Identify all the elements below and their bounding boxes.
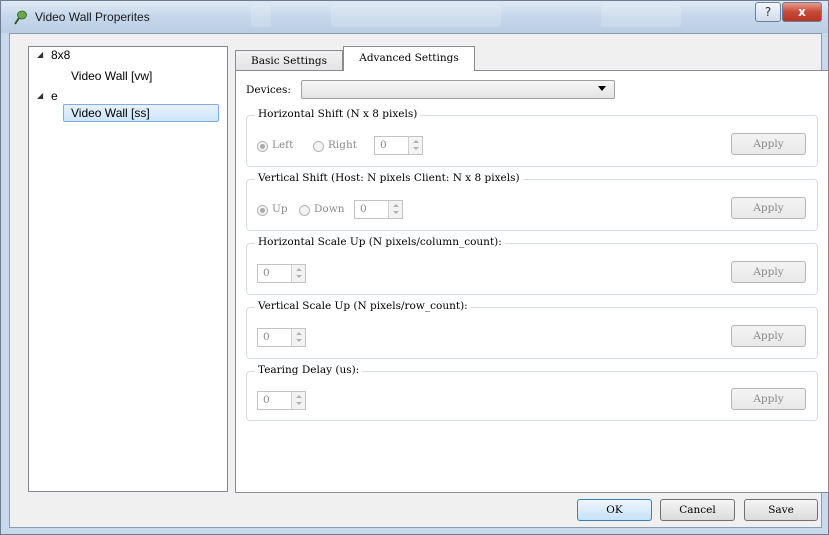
- expand-arrow-icon[interactable]: ◢: [37, 50, 43, 59]
- tree-item-video-wall-ss[interactable]: Video Wall [ss]: [71, 106, 150, 120]
- close-icon: x: [798, 5, 806, 19]
- radio-left-label: Left: [272, 139, 294, 151]
- window-title: Video Wall Properites: [35, 10, 150, 24]
- vertical-shift-stepper[interactable]: 0: [354, 200, 403, 219]
- vertical-shift-apply-button[interactable]: Apply: [731, 197, 806, 219]
- stepper-arrows-icon[interactable]: [408, 137, 422, 154]
- radio-right-label: Right: [328, 139, 357, 151]
- horizontal-scale-title: Horizontal Scale Up (N pixels/column_cou…: [255, 236, 505, 248]
- apply-label: Apply: [753, 138, 784, 150]
- horizontal-shift-value: 0: [380, 139, 387, 151]
- save-label: Save: [768, 504, 794, 516]
- horizontal-scale-apply-button[interactable]: Apply: [731, 261, 806, 283]
- devices-label: Devices:: [246, 84, 291, 96]
- titlebar-decoration: [331, 5, 501, 27]
- chevron-down-icon: [598, 86, 606, 91]
- tearing-delay-apply-button[interactable]: Apply: [731, 388, 806, 410]
- stepper-arrows-icon[interactable]: [291, 265, 305, 282]
- tearing-delay-value: 0: [263, 394, 270, 406]
- cancel-button[interactable]: Cancel: [660, 499, 735, 521]
- close-button[interactable]: x: [782, 2, 822, 22]
- tree-node-8x8[interactable]: 8x8: [51, 48, 70, 62]
- stepper-arrows-icon[interactable]: [291, 392, 305, 409]
- app-icon: [14, 10, 27, 25]
- dialog-window: Video Wall Properites ? x ◢ 8x8 Video Wa…: [0, 0, 829, 535]
- tree-item-video-wall-vw[interactable]: Video Wall [vw]: [71, 69, 152, 83]
- radio-down[interactable]: [299, 205, 310, 216]
- horizontal-shift-stepper[interactable]: 0: [374, 136, 423, 155]
- settings-tabs: Basic Settings Advanced Settings Devices…: [235, 46, 829, 493]
- cancel-label: Cancel: [679, 504, 716, 516]
- stepper-arrows-icon[interactable]: [291, 329, 305, 346]
- horizontal-scale-group: Horizontal Scale Up (N pixels/column_cou…: [246, 236, 818, 295]
- horizontal-shift-group: Horizontal Shift (N x 8 pixels) Left Rig…: [246, 108, 818, 167]
- ok-label: OK: [606, 504, 623, 516]
- tab-basic-settings[interactable]: Basic Settings: [235, 50, 343, 71]
- save-button[interactable]: Save: [744, 499, 818, 521]
- radio-down-label: Down: [314, 203, 345, 215]
- radio-left[interactable]: [257, 141, 268, 152]
- vertical-scale-stepper[interactable]: 0: [257, 328, 306, 347]
- titlebar-decoration: [251, 5, 271, 27]
- tree-node-e[interactable]: e: [51, 89, 58, 103]
- ok-button[interactable]: OK: [577, 499, 652, 521]
- vertical-shift-value: 0: [360, 203, 367, 215]
- stepper-arrows-icon[interactable]: [388, 201, 402, 218]
- tearing-delay-title: Tearing Delay (us):: [255, 364, 363, 376]
- horizontal-scale-value: 0: [263, 267, 270, 279]
- radio-up[interactable]: [257, 205, 268, 216]
- apply-label: Apply: [753, 330, 784, 342]
- devices-dropdown[interactable]: [301, 80, 615, 99]
- title-bar[interactable]: Video Wall Properites ? x: [1, 1, 828, 33]
- horizontal-scale-stepper[interactable]: 0: [257, 264, 306, 283]
- apply-label: Apply: [753, 266, 784, 278]
- titlebar-decoration: [601, 5, 681, 27]
- tearing-delay-stepper[interactable]: 0: [257, 391, 306, 410]
- tab-advanced-settings[interactable]: Advanced Settings: [343, 46, 475, 71]
- vertical-scale-group: Vertical Scale Up (N pixels/row_count): …: [246, 300, 818, 359]
- radio-right[interactable]: [313, 141, 324, 152]
- apply-label: Apply: [753, 202, 784, 214]
- help-button[interactable]: ?: [755, 2, 781, 22]
- vertical-scale-title: Vertical Scale Up (N pixels/row_count):: [255, 300, 471, 312]
- advanced-settings-panel: Devices: Horizontal Shift (N x 8 pixels)…: [235, 70, 829, 493]
- vertical-scale-apply-button[interactable]: Apply: [731, 325, 806, 347]
- vertical-shift-group: Vertical Shift (Host: N pixels Client: N…: [246, 172, 818, 231]
- device-tree[interactable]: ◢ 8x8 Video Wall [vw] ◢ e Video Wall [ss…: [28, 46, 228, 492]
- expand-arrow-icon[interactable]: ◢: [37, 91, 43, 100]
- vertical-shift-title: Vertical Shift (Host: N pixels Client: N…: [255, 172, 523, 184]
- apply-label: Apply: [753, 393, 784, 405]
- help-icon: ?: [764, 5, 772, 19]
- tearing-delay-group: Tearing Delay (us): 0 Apply: [246, 364, 818, 421]
- horizontal-shift-apply-button[interactable]: Apply: [731, 133, 806, 155]
- vertical-scale-value: 0: [263, 331, 270, 343]
- dialog-client-area: ◢ 8x8 Video Wall [vw] ◢ e Video Wall [ss…: [9, 33, 829, 528]
- horizontal-shift-title: Horizontal Shift (N x 8 pixels): [255, 108, 421, 120]
- radio-up-label: Up: [272, 203, 288, 215]
